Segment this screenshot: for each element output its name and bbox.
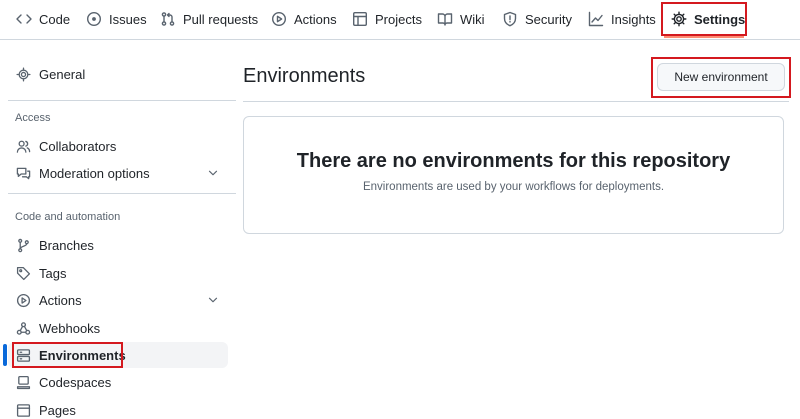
sidebar-item-webhooks[interactable]: Webhooks bbox=[8, 315, 228, 341]
tab-security-label: Security bbox=[525, 11, 572, 27]
blankslate-heading: There are no environments for this repos… bbox=[296, 150, 731, 172]
sidebar-item-moderation-options[interactable]: Moderation options bbox=[8, 160, 228, 186]
tab-code-label: Code bbox=[39, 11, 71, 27]
git-branch-icon bbox=[18, 238, 29, 252]
table-icon bbox=[353, 12, 368, 27]
tab-settings[interactable]: Settings bbox=[671, 0, 745, 38]
sidebar-item-label: General bbox=[39, 66, 86, 82]
sidebar-item-label: Branches bbox=[39, 237, 94, 253]
people-icon bbox=[16, 140, 31, 153]
title-divider bbox=[243, 101, 789, 102]
graph-icon bbox=[588, 11, 604, 27]
sidebar-item-pages[interactable]: Pages bbox=[8, 397, 228, 419]
sidebar-item-label: Moderation options bbox=[39, 165, 150, 181]
play-icon bbox=[271, 11, 287, 27]
section-title-code-and-automation: Code and automation bbox=[15, 211, 121, 223]
tab-projects[interactable]: Projects bbox=[352, 0, 422, 38]
new-environment-button[interactable]: New environment bbox=[657, 63, 785, 91]
tab-insights-label: Insights bbox=[611, 11, 656, 27]
page-title: Environments bbox=[243, 65, 366, 87]
sidebar-item-label: Actions bbox=[39, 292, 82, 308]
shield-icon bbox=[503, 11, 517, 27]
play-icon bbox=[16, 293, 31, 307]
sidebar-item-collaborators[interactable]: Collaborators bbox=[8, 133, 228, 159]
sidebar-item-label: Webhooks bbox=[39, 320, 101, 336]
tab-actions-label: Actions bbox=[294, 11, 337, 27]
sidebar-item-label: Environments bbox=[39, 347, 126, 363]
comment-discussion-icon bbox=[16, 167, 31, 179]
active-tab-underline bbox=[664, 36, 744, 38]
code-icon bbox=[16, 14, 32, 24]
sidebar-divider bbox=[8, 193, 236, 194]
tab-code[interactable]: Code bbox=[16, 0, 70, 38]
active-indicator bbox=[3, 344, 7, 366]
tab-wiki-label: Wiki bbox=[460, 11, 485, 27]
webhook-icon bbox=[16, 321, 31, 335]
sidebar-item-general[interactable]: General bbox=[8, 61, 228, 87]
tab-security[interactable]: Security bbox=[502, 0, 572, 38]
gear-icon bbox=[16, 66, 31, 82]
section-title-access: Access bbox=[15, 112, 51, 124]
sidebar-divider bbox=[8, 100, 236, 101]
tab-issues-label: Issues bbox=[109, 11, 147, 27]
repo-nav: Code Issues Pull requests Actions Projec… bbox=[0, 0, 800, 40]
codespaces-icon bbox=[16, 375, 31, 389]
tab-settings-label: Settings bbox=[694, 11, 746, 27]
sidebar-item-codespaces[interactable]: Codespaces bbox=[8, 369, 228, 395]
browser-icon bbox=[16, 403, 31, 417]
tab-actions[interactable]: Actions bbox=[271, 0, 337, 38]
tab-insights[interactable]: Insights bbox=[588, 0, 656, 38]
server-icon bbox=[16, 348, 31, 362]
sidebar-item-branches[interactable]: Branches bbox=[8, 232, 228, 258]
chevron-down-icon[interactable] bbox=[206, 166, 220, 180]
sidebar-item-label: Codespaces bbox=[39, 374, 112, 390]
issue-opened-icon bbox=[86, 11, 102, 27]
chevron-down-icon[interactable] bbox=[206, 293, 220, 307]
tag-icon bbox=[16, 266, 31, 280]
sidebar-item-environments[interactable]: Environments bbox=[8, 342, 228, 368]
git-pull-request-icon bbox=[161, 12, 175, 26]
tab-issues[interactable]: Issues bbox=[86, 0, 147, 38]
sidebar-item-tags[interactable]: Tags bbox=[8, 260, 228, 286]
tab-pull-requests-label: Pull requests bbox=[183, 11, 259, 27]
tab-pull-requests[interactable]: Pull requests bbox=[160, 0, 258, 38]
sidebar-item-actions[interactable]: Actions bbox=[8, 287, 228, 313]
tab-wiki[interactable]: Wiki bbox=[437, 0, 485, 38]
gear-icon bbox=[671, 11, 687, 27]
sidebar-item-label: Collaborators bbox=[39, 138, 117, 154]
book-icon bbox=[437, 13, 453, 26]
blankslate-description: Environments are used by your workflows … bbox=[362, 181, 665, 193]
sidebar-item-label: Tags bbox=[39, 265, 67, 281]
tab-projects-label: Projects bbox=[375, 11, 422, 27]
blankslate: There are no environments for this repos… bbox=[243, 116, 784, 234]
sidebar-item-label: Pages bbox=[39, 402, 76, 418]
